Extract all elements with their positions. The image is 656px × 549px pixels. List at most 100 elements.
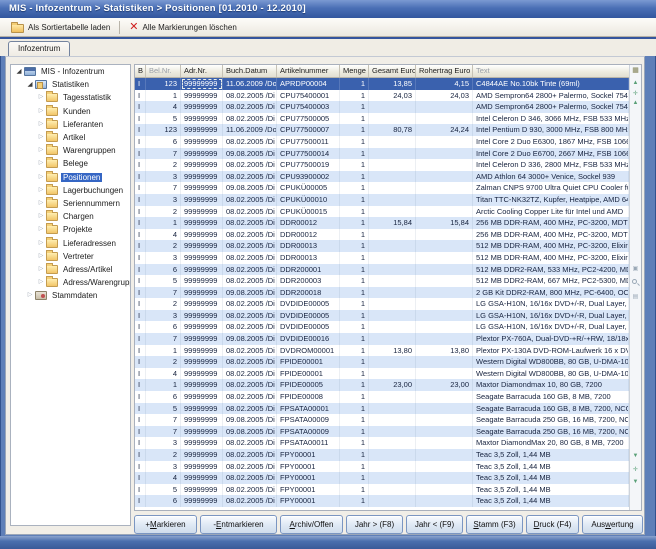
table-row[interactable]: I49999999908.02.2005 /DiDDR000121256 MB … xyxy=(135,229,629,241)
expand-arrow-icon[interactable]: ▷ xyxy=(36,276,46,289)
table-row[interactable]: I39999999908.02.2005 /DiDDR000131512 MB … xyxy=(135,252,629,264)
table-row[interactable]: I69999999908.02.2005 /DiDVDIDE000051LG G… xyxy=(135,321,629,333)
-entmarkieren-button[interactable]: - Entmarkieren xyxy=(200,515,277,534)
screen-icon[interactable]: ▣ xyxy=(630,265,641,272)
tree-item-tagesstatistik[interactable]: ▷Tagesstatistik xyxy=(11,91,130,104)
archiv-offen-button[interactable]: Archiv/Offen xyxy=(280,515,343,534)
expand-arrow-icon[interactable]: ▷ xyxy=(36,223,46,236)
tree-item-mis-infozentrum[interactable]: ◢MIS - Infozentrum xyxy=(11,65,130,78)
column-header-rohertrag-euro[interactable]: Rohertrag Euro xyxy=(416,65,473,77)
column-header-bel-nr-[interactable]: Bel.Nr. xyxy=(146,65,181,77)
tree-item-adress-artikel[interactable]: ▷Adress/Artikel xyxy=(11,263,130,276)
expand-arrow-icon[interactable]: ▷ xyxy=(36,144,46,157)
column-header-adr-nr-[interactable]: Adr.Nr. xyxy=(181,65,223,77)
tree-item-lieferadressen[interactable]: ▷Lieferadressen xyxy=(11,236,130,249)
tree-item-chargen[interactable]: ▷Chargen xyxy=(11,210,130,223)
column-header-b[interactable]: B xyxy=(135,65,146,77)
table-row[interactable]: I29999999908.02.2005 /DiFPIDE000011Weste… xyxy=(135,356,629,368)
expand-arrow-icon[interactable]: ▷ xyxy=(36,118,46,131)
expand-arrow-icon[interactable]: ▷ xyxy=(36,157,46,170)
expand-arrow-icon[interactable]: ▷ xyxy=(36,250,46,263)
table-row[interactable]: I49999999908.02.2005 /DiCPU754000031AMD … xyxy=(135,101,629,113)
-markieren-button[interactable]: + Markieren xyxy=(134,515,197,534)
column-header-gesamt-euro[interactable]: Gesamt Euro xyxy=(369,65,416,77)
expand-arrow-icon[interactable]: ▷ xyxy=(36,197,46,210)
clear-marks-button[interactable]: ✕ Alle Markierungen löschen xyxy=(123,19,243,35)
tree-item-kunden[interactable]: ▷Kunden xyxy=(11,105,130,118)
tab-infozentrum[interactable]: Infozentrum xyxy=(8,41,70,56)
insert-row-icon[interactable]: ✛ xyxy=(630,90,641,97)
table-row[interactable]: I59999999908.02.2005 /DiFPY000011Teac 3,… xyxy=(135,484,629,496)
table-row[interactable]: I69999999908.02.2005 /DiCPU775000111Inte… xyxy=(135,136,629,148)
tree-item-vertreter[interactable]: ▷Vertreter xyxy=(11,250,130,263)
table-row[interactable]: I19999999908.02.2005 /DiDVDROM00001113,8… xyxy=(135,345,629,357)
table-row[interactable]: I29999999908.02.2005 /DiCPU775000191Inte… xyxy=(135,159,629,171)
tree-item-warengruppen[interactable]: ▷Warengruppen xyxy=(11,144,130,157)
tree-item-positionen[interactable]: ▷Positionen xyxy=(11,171,130,184)
table-row[interactable]: I79999999909.08.2005 /DiFPSATA000091Seag… xyxy=(135,426,629,438)
table-row[interactable]: I19999999908.02.2005 /DiFPIDE00005123,00… xyxy=(135,379,629,391)
table-row[interactable]: I79999999909.08.2005 /DiDDR20001812 GB K… xyxy=(135,287,629,299)
table-row[interactable]: I1239999999911.06.2009 /DoCPU77500007180… xyxy=(135,124,629,136)
table-row[interactable]: I39999999908.02.2005 /DiCPUKÜ000101Titan… xyxy=(135,194,629,206)
table-row[interactable]: I29999999908.02.2005 /DiCPUKÜ000151Arcti… xyxy=(135,206,629,218)
druck-f4--button[interactable]: Druck (F4) xyxy=(526,515,579,534)
scroll-down-icon[interactable]: ▼ xyxy=(630,453,641,459)
expand-arrow-icon[interactable]: ▷ xyxy=(36,263,46,276)
scroll-bottom-icon[interactable]: ▼ xyxy=(630,479,641,485)
table-row[interactable]: I1239999999911.06.2009 /DoAPRDP00004113,… xyxy=(135,78,629,90)
table-row[interactable]: I39999999908.02.2005 /DiCPU939000021AMD … xyxy=(135,171,629,183)
table-row[interactable]: I69999999908.02.2005 /DiDDR2000011512 MB… xyxy=(135,264,629,276)
table-row[interactable]: I79999999909.08.2005 /DiCPU775000141Inte… xyxy=(135,148,629,160)
tree-item-projekte[interactable]: ▷Projekte xyxy=(11,223,130,236)
table-row[interactable]: I29999999908.02.2005 /DiDDR000131512 MB … xyxy=(135,240,629,252)
tree-item-stammdaten[interactable]: ▷Stammdaten xyxy=(11,289,130,302)
tree-item-lagerbuchungen[interactable]: ▷Lagerbuchungen xyxy=(11,184,130,197)
table-row[interactable]: I79999999909.08.2005 /DiFPSATA000091Seag… xyxy=(135,414,629,426)
search-icon[interactable] xyxy=(632,279,637,284)
stamm-f3--button[interactable]: Stamm (F3) xyxy=(466,515,523,534)
table-row[interactable]: I69999999908.02.2005 /DiFPY000011Teac 3,… xyxy=(135,495,629,507)
expand-arrow-icon[interactable]: ▷ xyxy=(36,131,46,144)
list-icon[interactable]: ▤ xyxy=(630,293,641,300)
table-row[interactable]: I39999999908.02.2005 /DiFPY000011Teac 3,… xyxy=(135,461,629,473)
table-row[interactable]: I29999999908.02.2005 /DiDVDIDE000051LG G… xyxy=(135,298,629,310)
expand-arrow-icon[interactable]: ▷ xyxy=(36,210,46,223)
auswertung-button[interactable]: Auswertung xyxy=(582,515,643,534)
table-row[interactable]: I39999999908.02.2005 /DiFPSATA000111Maxt… xyxy=(135,437,629,449)
expand-arrow-icon[interactable]: ▷ xyxy=(36,184,46,197)
collapse-arrow-icon[interactable]: ◢ xyxy=(14,65,24,78)
jahr-f9--button[interactable]: Jahr < (F9) xyxy=(406,515,463,534)
column-header-buch-datum[interactable]: Buch.Datum xyxy=(223,65,277,77)
expand-arrow-icon[interactable]: ▷ xyxy=(36,91,46,104)
tree-item-statistiken[interactable]: ◢Statistiken xyxy=(11,78,130,91)
expand-arrow-icon[interactable]: ▷ xyxy=(36,105,46,118)
table-row[interactable]: I59999999908.02.2005 /DiDDR2000031512 MB… xyxy=(135,275,629,287)
table-row[interactable]: I69999999908.02.2005 /DiFPIDE000081Seaga… xyxy=(135,391,629,403)
collapse-arrow-icon[interactable]: ◢ xyxy=(25,78,35,91)
column-chooser-icon[interactable]: ▦ xyxy=(630,66,641,74)
tree-item-seriennummern[interactable]: ▷Seriennummern xyxy=(11,197,130,210)
scroll-up-icon[interactable]: ▲ xyxy=(630,100,641,106)
tree-item-belege[interactable]: ▷Belege xyxy=(11,157,130,170)
table-row[interactable]: I29999999908.02.2005 /DiFPY000011Teac 3,… xyxy=(135,449,629,461)
table-row[interactable]: I79999999909.08.2005 /DiDVDIDE000161Plex… xyxy=(135,333,629,345)
table-row[interactable]: I19999999908.02.2005 /DiDDR00012115,8415… xyxy=(135,217,629,229)
column-header-artikelnummer[interactable]: Artikelnummer xyxy=(277,65,340,77)
tree-item-adress-warengruppen[interactable]: ▷Adress/Warengruppen xyxy=(11,276,130,289)
table-row[interactable]: I19999999908.02.2005 /DiCPU75400001124,0… xyxy=(135,90,629,102)
add-row-icon[interactable]: ✛ xyxy=(630,466,641,473)
column-header-text[interactable]: Text xyxy=(473,65,641,77)
table-row[interactable]: I59999999908.02.2005 /DiCPU775000051Inte… xyxy=(135,113,629,125)
expand-arrow-icon[interactable]: ▷ xyxy=(36,171,46,184)
scroll-top-icon[interactable]: ▲ xyxy=(630,80,641,86)
table-row[interactable]: I79999999909.08.2005 /DiCPUKÜ000051Zalma… xyxy=(135,182,629,194)
table-row[interactable]: I39999999908.02.2005 /DiDVDIDE000051LG G… xyxy=(135,310,629,322)
load-sort-table-button[interactable]: Als Sortiertabelle laden xyxy=(5,19,116,35)
column-header-menge[interactable]: Menge xyxy=(340,65,369,77)
expand-arrow-icon[interactable]: ▷ xyxy=(36,237,46,250)
jahr-f8--button[interactable]: Jahr > (F8) xyxy=(346,515,403,534)
expand-arrow-icon[interactable]: ▷ xyxy=(25,289,35,302)
tree-item-artikel[interactable]: ▷Artikel xyxy=(11,131,130,144)
tree-item-lieferanten[interactable]: ▷Lieferanten xyxy=(11,118,130,131)
